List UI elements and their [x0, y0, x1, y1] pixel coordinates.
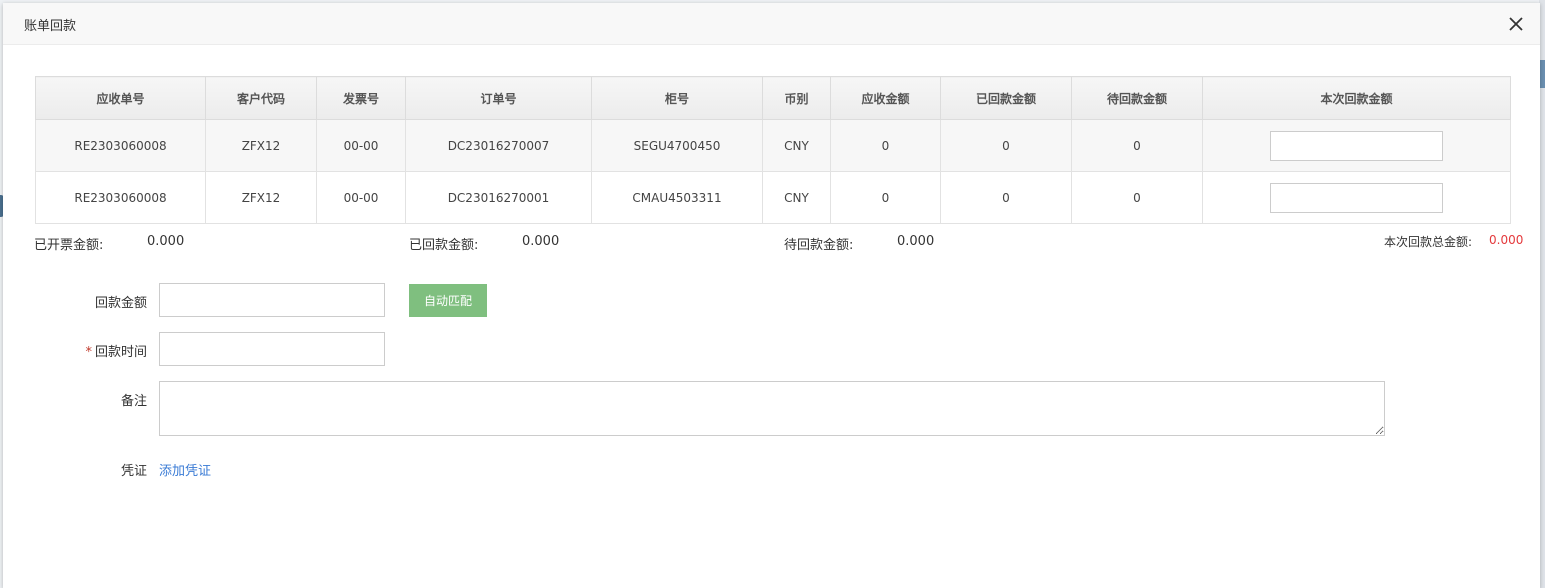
- cell-order-no: DC23016270001: [405, 171, 592, 224]
- dialog-title: 账单回款: [24, 19, 77, 34]
- payment-time-input[interactable]: [159, 332, 385, 366]
- payment-dialog: 账单回款 应收单号 客户代码 发票号 订单号 柜号 币别 应收金额 已回款金额: [3, 3, 1540, 588]
- payment-amount-label: 回款金额: [94, 296, 147, 311]
- column-header[interactable]: 币别: [762, 76, 831, 120]
- cell-customer-code: ZFX12: [205, 119, 317, 172]
- total-payment-label: 本次回款总金额:: [1384, 235, 1473, 249]
- cell-paid-amount: 0: [940, 171, 1072, 224]
- add-voucher-link[interactable]: 添加凭证: [159, 460, 211, 479]
- column-header[interactable]: 发票号: [316, 76, 406, 120]
- current-payment-input[interactable]: [1270, 182, 1443, 213]
- paid-amount-value: 0.000: [522, 234, 560, 249]
- voucher-label: 凭证: [120, 464, 147, 479]
- cell-current-payment: [1202, 171, 1511, 224]
- cell-receivable-amount: 0: [830, 171, 941, 224]
- column-header[interactable]: 客户代码: [205, 76, 317, 120]
- cell-order-no: DC23016270007: [405, 119, 592, 172]
- invoiced-amount-value: 0.000: [147, 234, 185, 249]
- payment-time-label-text: 回款时间: [94, 345, 147, 360]
- receivable-table: 应收单号 客户代码 发票号 订单号 柜号 币别 应收金额 已回款金额 待回款金额…: [35, 76, 1511, 224]
- remark-label: 备注: [120, 394, 147, 409]
- table-row: RE2303060008 ZFX12 00-00 DC23016270007 S…: [35, 119, 1511, 172]
- cell-pending-amount: 0: [1071, 171, 1203, 224]
- pending-amount-label: 待回款金额:: [784, 238, 854, 253]
- remark-textarea[interactable]: [159, 381, 1385, 436]
- required-mark: *: [85, 345, 92, 360]
- auto-match-button[interactable]: 自动匹配: [409, 284, 487, 317]
- cell-receivable-no: RE2303060008: [35, 119, 206, 172]
- paid-amount-label: 已回款金额:: [409, 238, 479, 253]
- payment-amount-input[interactable]: [159, 283, 385, 317]
- column-header[interactable]: 应收金额: [830, 76, 941, 120]
- cell-pending-amount: 0: [1071, 119, 1203, 172]
- column-header[interactable]: 订单号: [405, 76, 592, 120]
- payment-time-label: * 回款时间: [63, 341, 147, 360]
- column-header[interactable]: 本次回款金额: [1202, 76, 1511, 120]
- dialog-header: 账单回款: [3, 3, 1540, 45]
- cell-current-payment: [1202, 119, 1511, 172]
- cell-currency: CNY: [762, 171, 831, 224]
- cell-invoice-no: 00-00: [316, 119, 406, 172]
- column-header[interactable]: 应收单号: [35, 76, 206, 120]
- cell-container-no: CMAU4503311: [591, 171, 763, 224]
- table-header-row: 应收单号 客户代码 发票号 订单号 柜号 币别 应收金额 已回款金额 待回款金额…: [35, 76, 1511, 120]
- column-header[interactable]: 待回款金额: [1071, 76, 1203, 120]
- current-payment-input[interactable]: [1270, 130, 1443, 161]
- column-header[interactable]: 柜号: [591, 76, 763, 120]
- cell-receivable-amount: 0: [830, 119, 941, 172]
- cell-customer-code: ZFX12: [205, 171, 317, 224]
- invoiced-amount-label: 已开票金额:: [34, 238, 104, 253]
- table-row: RE2303060008 ZFX12 00-00 DC23016270001 C…: [35, 171, 1511, 224]
- cell-container-no: SEGU4700450: [591, 119, 763, 172]
- column-header[interactable]: 已回款金额: [940, 76, 1072, 120]
- cell-invoice-no: 00-00: [316, 171, 406, 224]
- cell-currency: CNY: [762, 119, 831, 172]
- close-icon[interactable]: [1506, 14, 1526, 34]
- pending-amount-value: 0.000: [897, 234, 935, 249]
- total-payment-value: 0.000: [1489, 233, 1524, 247]
- cell-receivable-no: RE2303060008: [35, 171, 206, 224]
- cell-paid-amount: 0: [940, 119, 1072, 172]
